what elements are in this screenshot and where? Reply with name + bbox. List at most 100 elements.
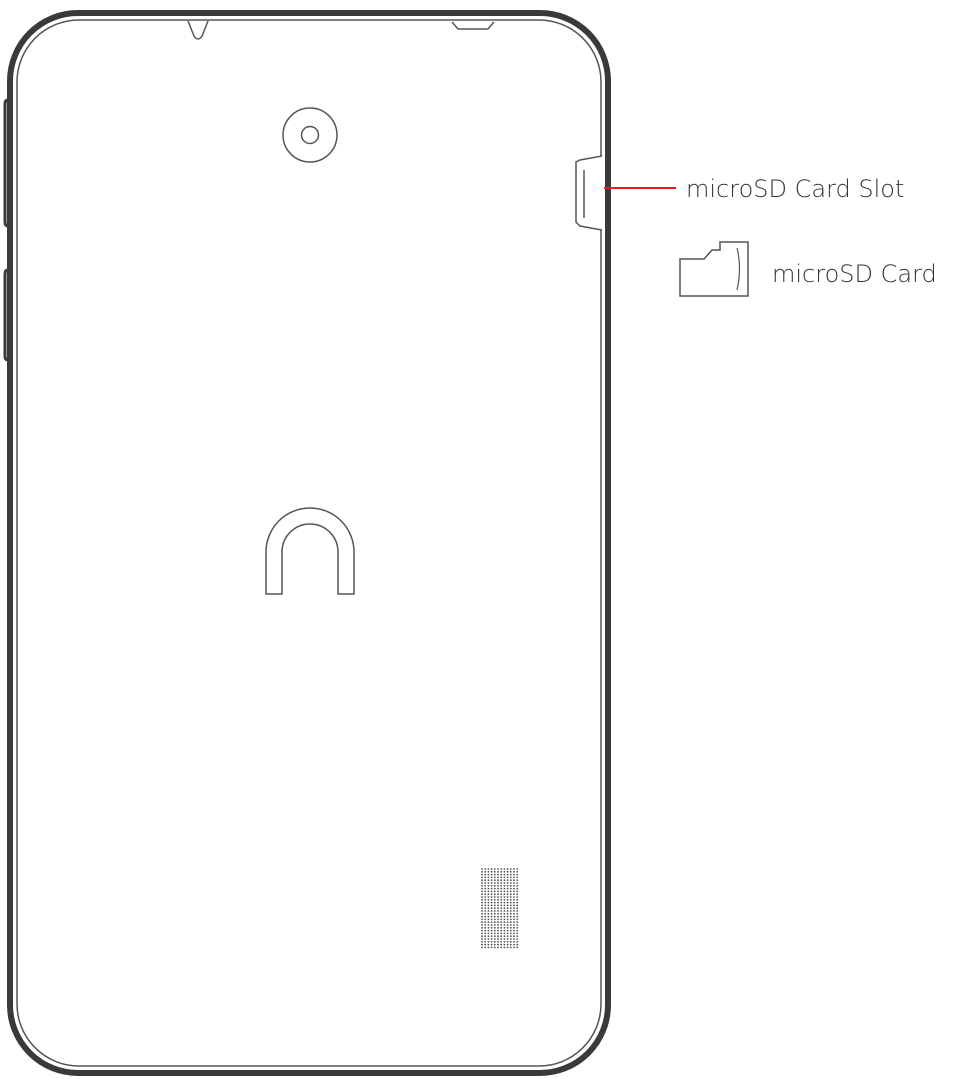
- speaker-dot: [497, 901, 499, 904]
- speaker-dot: [493, 938, 496, 940]
- speaker-dot: [487, 907, 490, 910]
- speaker-dot: [513, 926, 515, 929]
- speaker-dot: [506, 873, 509, 876]
- speaker-dot: [503, 907, 506, 910]
- speaker-dot: [481, 915, 483, 918]
- speaker-dot: [506, 879, 509, 882]
- speaker-dot: [516, 901, 519, 904]
- speaker-dot: [487, 884, 490, 887]
- speaker-dot: [513, 901, 515, 904]
- speaker-dot: [497, 887, 499, 890]
- speaker-dot: [516, 907, 519, 910]
- speaker-dot: [493, 879, 496, 882]
- speaker-dot: [484, 901, 487, 904]
- speaker-dot: [497, 873, 499, 876]
- speaker-dot: [490, 890, 493, 893]
- speaker-dot: [487, 882, 490, 884]
- speaker-dot: [497, 868, 499, 870]
- speaker-dot: [481, 884, 483, 887]
- speaker-dot: [487, 887, 490, 890]
- speaker-dot: [509, 868, 512, 870]
- speaker-dot: [503, 879, 506, 882]
- speaker-dot: [497, 940, 499, 943]
- speaker-dot: [481, 946, 483, 949]
- speaker-dot: [516, 932, 519, 935]
- speaker-dot: [490, 938, 493, 940]
- speaker-dot: [513, 940, 515, 943]
- speaker-dot: [503, 943, 506, 946]
- speaker-dot: [497, 915, 499, 918]
- speaker-dot: [500, 910, 503, 912]
- speaker-dot: [513, 932, 515, 935]
- speaker-dot: [513, 893, 515, 896]
- speaker-dot: [490, 946, 493, 949]
- speaker-dot: [487, 910, 490, 912]
- speaker-dot: [487, 918, 490, 921]
- speaker-dot: [493, 932, 496, 935]
- speaker-dot: [493, 882, 496, 884]
- speaker-dot: [500, 898, 503, 901]
- speaker-dot: [513, 921, 515, 924]
- speaker-dot: [493, 901, 496, 904]
- speaker-dot: [484, 876, 487, 879]
- speaker-dot: [487, 915, 490, 918]
- speaker-dot: [500, 907, 503, 910]
- speaker-dot: [500, 876, 503, 879]
- speaker-dot: [490, 901, 493, 904]
- speaker-dot: [509, 904, 512, 907]
- speaker-dot: [506, 870, 509, 873]
- speaker-dot: [516, 884, 519, 887]
- speaker-dot: [490, 932, 493, 935]
- speaker-dot: [484, 873, 487, 876]
- speaker-dot: [516, 904, 519, 907]
- speaker-dot: [484, 907, 487, 910]
- speaker-dot: [503, 896, 506, 898]
- microsd-card-slot: [575, 155, 603, 231]
- speaker-dot: [484, 915, 487, 918]
- speaker-dot: [487, 946, 490, 949]
- speaker-dot: [509, 893, 512, 896]
- speaker-dot: [487, 935, 490, 938]
- speaker-dot: [493, 924, 496, 926]
- speaker-dot: [481, 924, 483, 926]
- speaker-dot: [484, 918, 487, 921]
- speaker-dot: [490, 884, 493, 887]
- speaker-dot: [500, 868, 503, 870]
- speaker-dot: [506, 910, 509, 912]
- speaker-dot: [516, 870, 519, 873]
- speaker-dot: [500, 926, 503, 929]
- speaker-dot: [509, 929, 512, 932]
- speaker-dot: [497, 912, 499, 915]
- speaker-dot: [490, 870, 493, 873]
- speaker-dot: [493, 898, 496, 901]
- speaker-dot: [490, 879, 493, 882]
- speaker-dot: [484, 912, 487, 915]
- speaker-dot: [509, 887, 512, 890]
- speaker-dot: [509, 876, 512, 879]
- tablet-body: [7, 10, 611, 1076]
- speaker-dot: [493, 904, 496, 907]
- speaker-dot: [484, 938, 487, 940]
- speaker-dot: [503, 893, 506, 896]
- speaker-dot: [484, 926, 487, 929]
- speaker-dot: [490, 943, 493, 946]
- speaker-dot: [509, 921, 512, 924]
- speaker-dot: [487, 901, 490, 904]
- speaker-dot: [487, 912, 490, 915]
- speaker-dot: [487, 921, 490, 924]
- speaker-dot: [506, 921, 509, 924]
- speaker-dot: [509, 890, 512, 893]
- speaker-dot: [503, 898, 506, 901]
- speaker-dot: [500, 924, 503, 926]
- speaker-dot: [509, 915, 512, 918]
- speaker-dot: [484, 940, 487, 943]
- speaker-dot: [506, 898, 509, 901]
- speaker-dot: [509, 884, 512, 887]
- speaker-dot: [497, 884, 499, 887]
- speaker-dot: [497, 932, 499, 935]
- speaker-dot: [503, 938, 506, 940]
- speaker-dot: [484, 898, 487, 901]
- speaker-dot: [506, 882, 509, 884]
- speaker-dot: [509, 907, 512, 910]
- speaker-dot: [503, 882, 506, 884]
